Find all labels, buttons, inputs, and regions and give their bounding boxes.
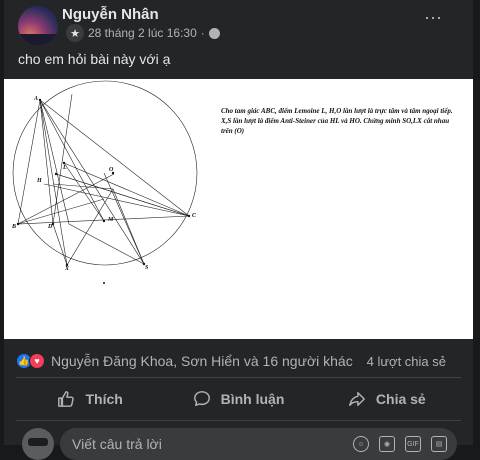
divider [16, 420, 461, 421]
reaction-icons: 👍 ♥ [16, 353, 45, 369]
author-name[interactable]: Nguyễn Nhân [62, 6, 159, 23]
star-icon: ★ [66, 24, 84, 42]
comment-input[interactable]: Viết câu trả lời ☺ ◉ GIF ▤ [60, 428, 457, 460]
comment-placeholder: Viết câu trả lời [72, 436, 162, 452]
comment-row: Viết câu trả lời ☺ ◉ GIF ▤ [16, 426, 461, 460]
camera-icon[interactable]: ◉ [379, 436, 395, 452]
comment-tools: ☺ ◉ GIF ▤ [353, 436, 447, 452]
like-label: Thích [85, 391, 123, 407]
like-button[interactable]: Thích [16, 382, 164, 416]
label-d: D [48, 224, 53, 230]
reactor-names[interactable]: Nguyễn Đăng Khoa, Sơn Hiển và 16 người k… [51, 353, 353, 369]
comment-button[interactable]: Bình luận [164, 382, 312, 416]
share-count[interactable]: 4 lượt chia sẻ [367, 354, 446, 369]
author-avatar[interactable] [18, 6, 58, 46]
label-l: L [63, 165, 67, 171]
post-meta: ★ 28 tháng 2 lúc 16:30 · [66, 24, 220, 42]
comment-label: Bình luận [220, 391, 285, 407]
post-image[interactable]: A B C D H L O M X S Cho tam giác ABC, đi… [4, 79, 473, 339]
divider [16, 377, 461, 378]
label-b: B [12, 224, 17, 230]
emoji-icon[interactable]: ☺ [353, 436, 369, 452]
thumbs-up-icon [58, 391, 75, 407]
sticker-icon[interactable]: ▤ [431, 436, 447, 452]
problem-statement: Cho tam giác ABC, điểm Lemoine L, H,O lầ… [221, 107, 453, 135]
label-x: X [65, 266, 70, 272]
label-s: S [145, 265, 149, 271]
gif-icon[interactable]: GIF [405, 436, 421, 452]
reactions-bar[interactable]: 👍 ♥ Nguyễn Đăng Khoa, Sơn Hiển và 16 ngư… [16, 352, 466, 370]
more-options-icon[interactable]: ⋯ [424, 8, 443, 29]
label-m: M [108, 217, 114, 223]
label-h: H [37, 178, 42, 184]
share-icon [348, 391, 365, 407]
label-o: O [109, 167, 114, 173]
share-button[interactable]: Chia sẻ [313, 382, 461, 416]
post-card: Nguyễn Nhân ★ 28 tháng 2 lúc 16:30 · ⋯ c… [4, 0, 473, 460]
current-user-avatar[interactable] [22, 428, 54, 460]
label-c: C [192, 213, 197, 219]
post-text: cho em hỏi bài này với ạ [18, 51, 171, 67]
post-timestamp[interactable]: 28 tháng 2 lúc 16:30 [88, 26, 197, 40]
globe-icon [208, 27, 220, 39]
dot-separator: · [200, 26, 205, 40]
comment-icon [193, 391, 210, 407]
label-a: A [34, 96, 39, 102]
share-label: Chia sẻ [375, 391, 426, 407]
action-bar: Thích Bình luận Chia sẻ [16, 382, 461, 416]
love-reaction-icon: ♥ [29, 353, 45, 369]
